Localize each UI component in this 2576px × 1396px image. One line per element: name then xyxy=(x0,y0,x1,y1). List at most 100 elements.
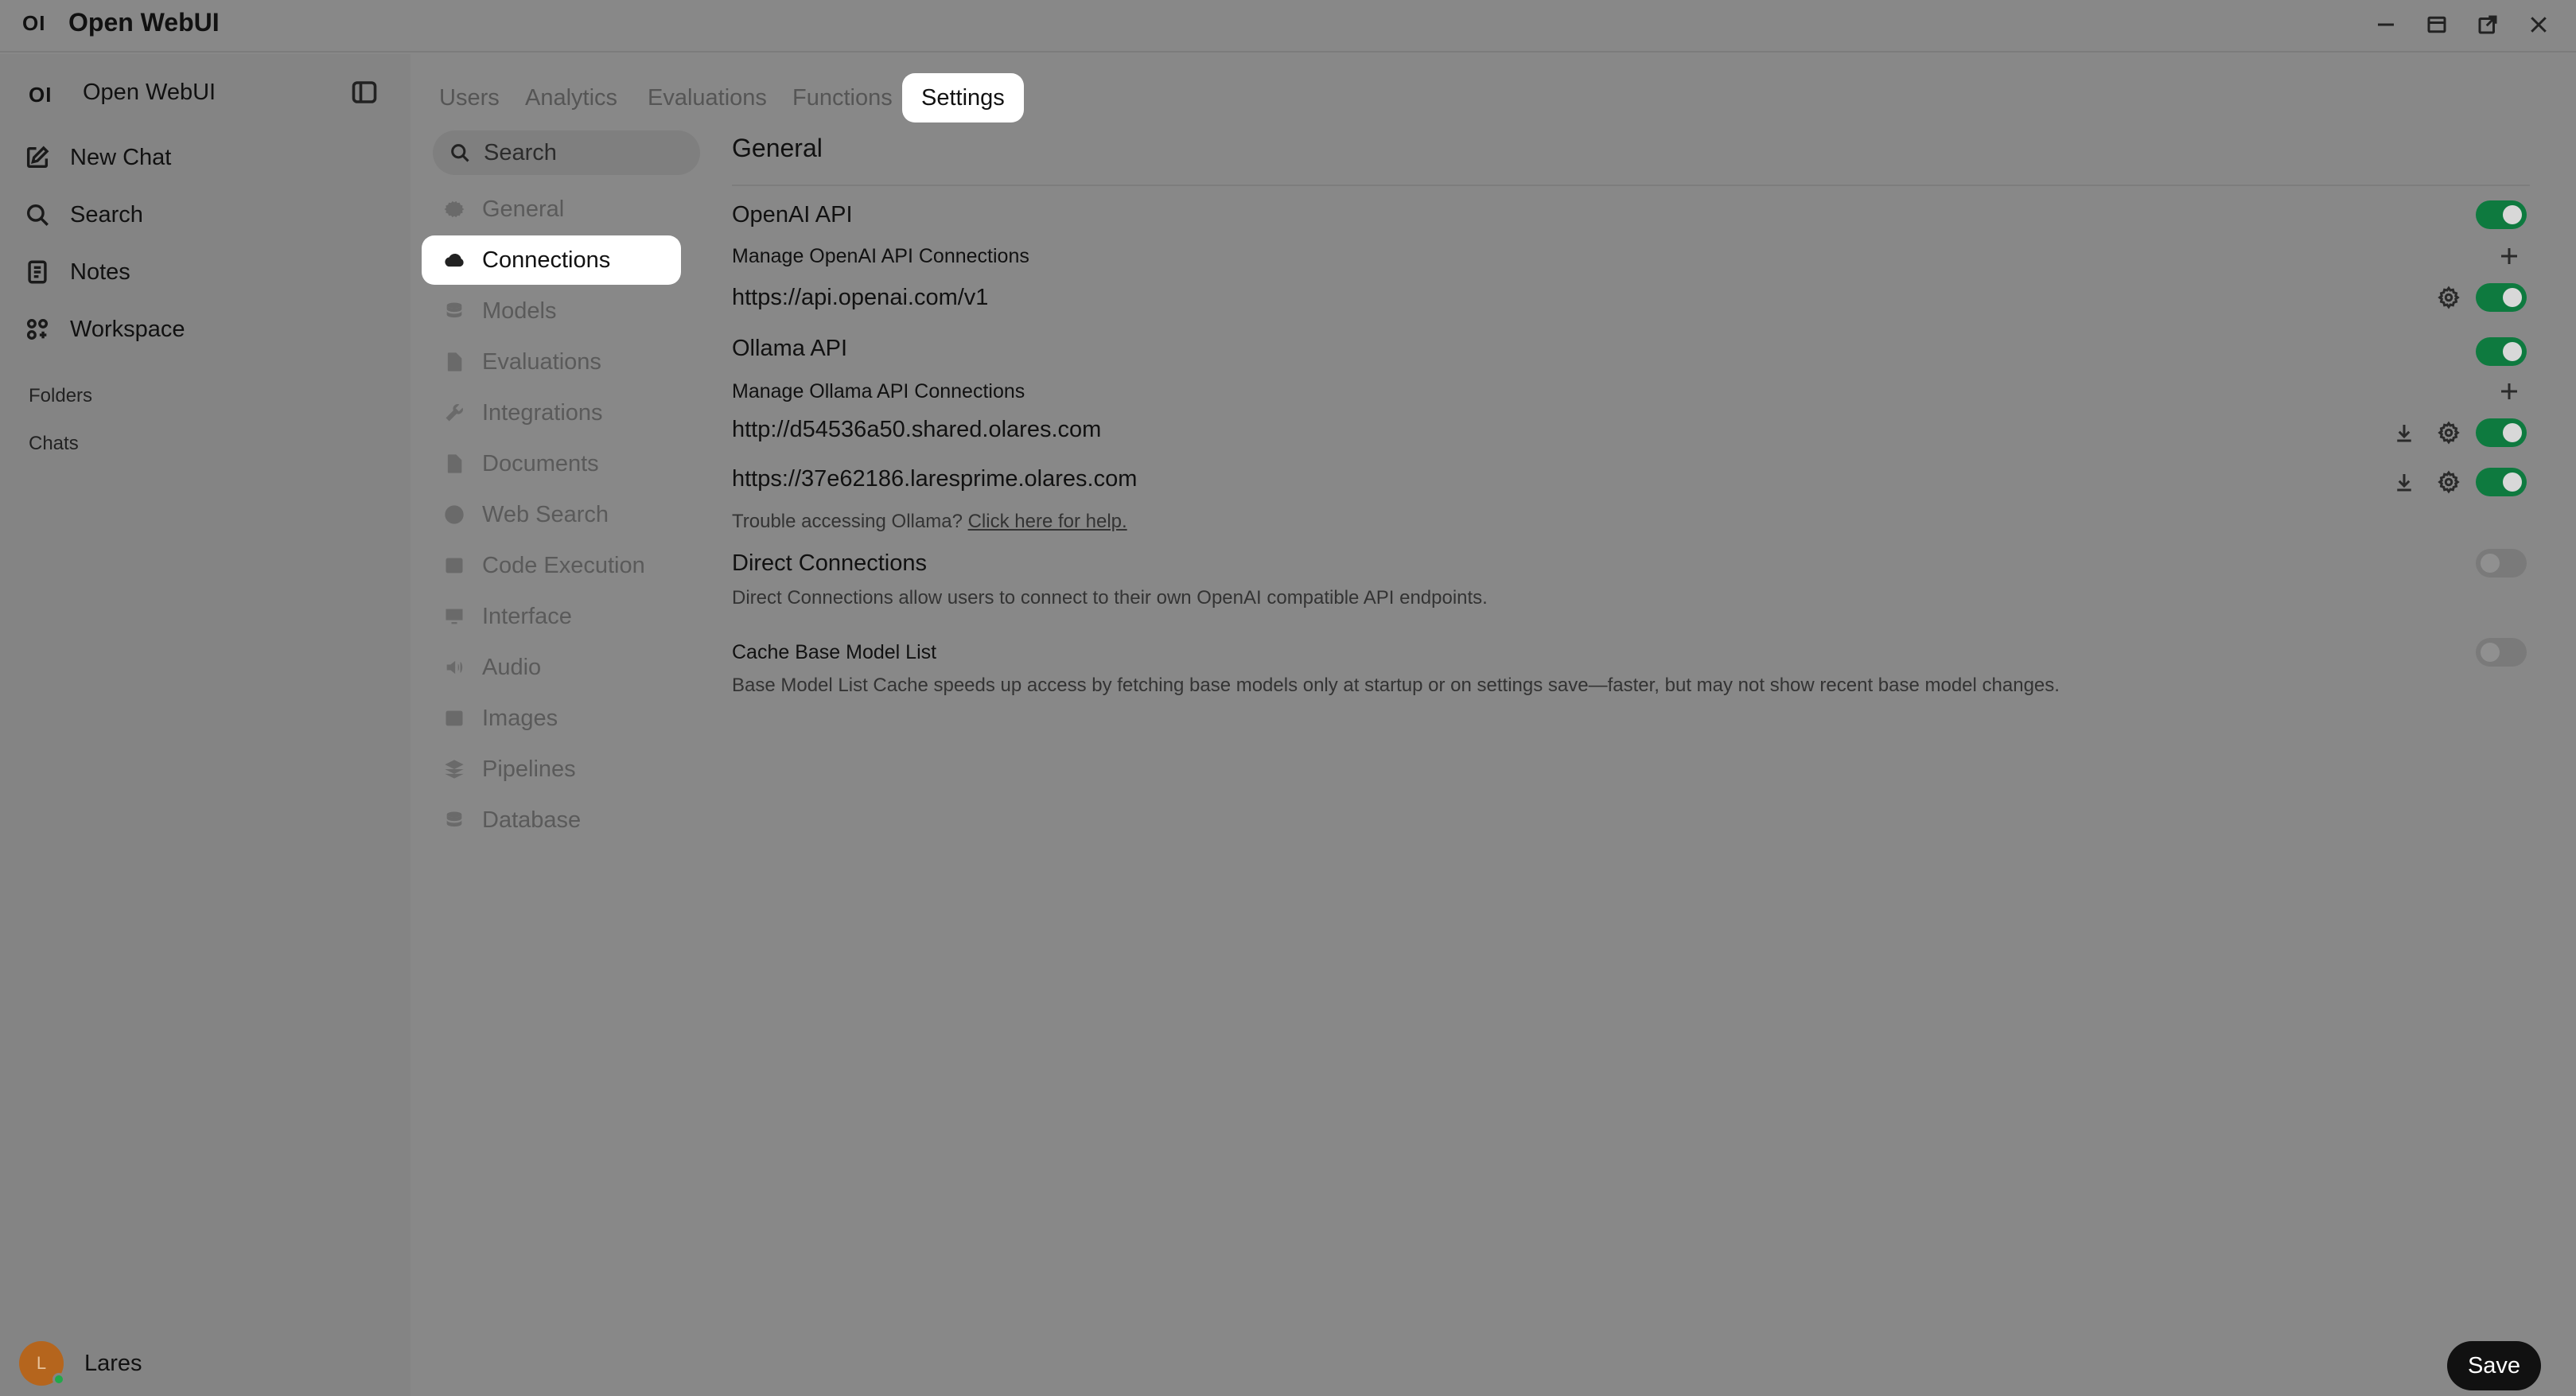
sidebar-toggle-icon[interactable] xyxy=(350,78,382,110)
settings-menu-item-label: Models xyxy=(482,297,557,324)
download-icon[interactable] xyxy=(2390,418,2418,447)
sidebar-item-label: Search xyxy=(70,201,143,227)
direct-connections-toggle[interactable] xyxy=(2476,549,2527,577)
settings-menu-item-label: Web Search xyxy=(482,501,609,527)
minimize-icon[interactable] xyxy=(2366,5,2406,45)
settings-menu-item-models[interactable]: Models xyxy=(422,286,681,336)
tab-analytics[interactable]: Analytics xyxy=(506,73,636,122)
divider xyxy=(732,185,2530,186)
ollama-api-toggle[interactable] xyxy=(2476,337,2527,366)
openai-api-title: OpenAI API xyxy=(732,202,853,227)
ollama-help-link[interactable]: Click here for help. xyxy=(968,511,1127,532)
tab-users[interactable]: Users xyxy=(420,73,519,122)
sidebar-item-label: Workspace xyxy=(70,316,185,342)
sidebar-item-workspace[interactable]: Workspace xyxy=(24,307,390,352)
tab-evaluations[interactable]: Evaluations xyxy=(628,73,786,122)
openai-manage-label: Manage OpenAI API Connections xyxy=(732,245,1029,267)
settings-menu-item-connections[interactable]: Connections xyxy=(422,235,681,285)
settings-menu-item-audio[interactable]: Audio xyxy=(422,643,681,692)
external-link-icon[interactable] xyxy=(2468,5,2508,45)
app-logo: OI xyxy=(22,11,46,35)
settings-menu-item-integrations[interactable]: Integrations xyxy=(422,388,681,437)
tab-functions[interactable]: Functions xyxy=(773,73,912,122)
settings-menu-item-pipelines[interactable]: Pipelines xyxy=(422,745,681,794)
settings-menu-item-documents[interactable]: Documents xyxy=(422,439,681,488)
ollama-help-text: Trouble accessing Ollama? xyxy=(732,511,963,532)
settings-menu-item-label: Code Execution xyxy=(482,552,645,578)
online-status-dot xyxy=(53,1373,65,1386)
integrations-icon xyxy=(442,401,466,425)
ollama-connection-url: http://d54536a50.shared.olares.com xyxy=(732,417,1102,442)
settings-menu-item-label: Documents xyxy=(482,450,599,476)
openai-api-toggle[interactable] xyxy=(2476,200,2527,229)
tab-settings[interactable]: Settings xyxy=(902,73,1024,122)
add-ollama-connection-icon[interactable] xyxy=(2495,377,2523,406)
avatar: L xyxy=(19,1341,65,1386)
cache-base-model-list-toggle[interactable] xyxy=(2476,638,2527,667)
user-menu[interactable]: L Lares xyxy=(19,1341,142,1386)
sidebar-item-notes[interactable]: Notes xyxy=(24,250,390,294)
sidebar-section-folders[interactable]: Folders xyxy=(29,385,92,407)
notes-icon xyxy=(28,260,47,284)
settings-menu-item-label: General xyxy=(482,196,565,222)
add-openai-connection-icon[interactable] xyxy=(2495,242,2523,270)
cache-base-model-list-title: Cache Base Model List xyxy=(732,641,937,663)
direct-connections-title: Direct Connections xyxy=(732,550,927,576)
sidebar-section-chats[interactable]: Chats xyxy=(29,433,79,455)
cache-base-model-list-description: Base Model List Cache speeds up access b… xyxy=(732,675,2060,696)
sidebar-item-label: New Chat xyxy=(70,144,172,170)
models-icon xyxy=(442,299,466,323)
web-search-icon xyxy=(442,503,466,527)
settings-menu-item-code-execution[interactable]: Code Execution xyxy=(422,541,681,590)
direct-connections-description: Direct Connections allow users to connec… xyxy=(732,587,1488,609)
title-bar: OI Open WebUI xyxy=(0,0,2576,52)
images-icon xyxy=(442,706,466,730)
pencil-square-icon xyxy=(26,146,49,169)
settings-menu-item-label: Audio xyxy=(482,654,542,680)
settings-menu-item-interface[interactable]: Interface xyxy=(422,592,681,641)
section-title: General xyxy=(732,134,823,162)
search-icon xyxy=(26,204,49,226)
database-icon xyxy=(442,808,466,832)
openai-connection-toggle[interactable] xyxy=(2476,283,2527,312)
settings-menu-item-label: Evaluations xyxy=(482,348,601,375)
save-button[interactable]: Save xyxy=(2447,1341,2541,1390)
ollama-connection-url: https://37e62186.laresprime.olares.com xyxy=(732,466,1138,492)
connections-icon xyxy=(442,248,466,272)
ollama-manage-label: Manage Ollama API Connections xyxy=(732,380,1025,402)
settings-menu-item-label: Integrations xyxy=(482,399,603,426)
pipelines-icon xyxy=(442,757,466,781)
close-icon[interactable] xyxy=(2519,5,2558,45)
general-icon xyxy=(442,197,466,221)
openai-connection-url: https://api.openai.com/v1 xyxy=(732,285,989,310)
settings-search-input[interactable] xyxy=(484,139,691,166)
settings-menu-item-general[interactable]: General xyxy=(422,185,681,234)
gear-icon[interactable] xyxy=(2434,418,2463,447)
settings-menu-item-web-search[interactable]: Web Search xyxy=(422,490,681,539)
ollama-connection-toggle[interactable] xyxy=(2476,418,2527,447)
settings-menu-item-database[interactable]: Database xyxy=(422,795,681,845)
settings-menu-item-images[interactable]: Images xyxy=(422,694,681,743)
sidebar-item-search[interactable]: Search xyxy=(24,192,390,237)
sidebar: OI Open WebUI New Chat Search Notes Work… xyxy=(0,54,411,1396)
gear-icon[interactable] xyxy=(2434,468,2463,496)
sidebar-item-label: Notes xyxy=(70,259,130,285)
settings-menu-item-evaluations[interactable]: Evaluations xyxy=(422,337,681,387)
documents-icon xyxy=(442,452,466,476)
settings-menu-item-label: Database xyxy=(482,807,582,833)
ollama-help: Trouble accessing Ollama? Click here for… xyxy=(732,511,1127,533)
settings-menu-item-label: Interface xyxy=(482,603,572,629)
audio-icon xyxy=(442,655,466,679)
ollama-api-title: Ollama API xyxy=(732,336,848,361)
evaluations-icon xyxy=(442,350,466,374)
code-execution-icon xyxy=(442,554,466,577)
settings-menu-item-label: Connections xyxy=(482,247,611,273)
sidebar-title: Open WebUI xyxy=(83,80,216,105)
gear-icon[interactable] xyxy=(2434,283,2463,312)
sidebar-item-new-chat[interactable]: New Chat xyxy=(24,135,390,180)
workspace-icon xyxy=(26,318,49,340)
ollama-connection-toggle[interactable] xyxy=(2476,468,2527,496)
settings-search[interactable] xyxy=(433,130,700,175)
download-icon[interactable] xyxy=(2390,468,2418,496)
maximize-icon[interactable] xyxy=(2417,5,2457,45)
